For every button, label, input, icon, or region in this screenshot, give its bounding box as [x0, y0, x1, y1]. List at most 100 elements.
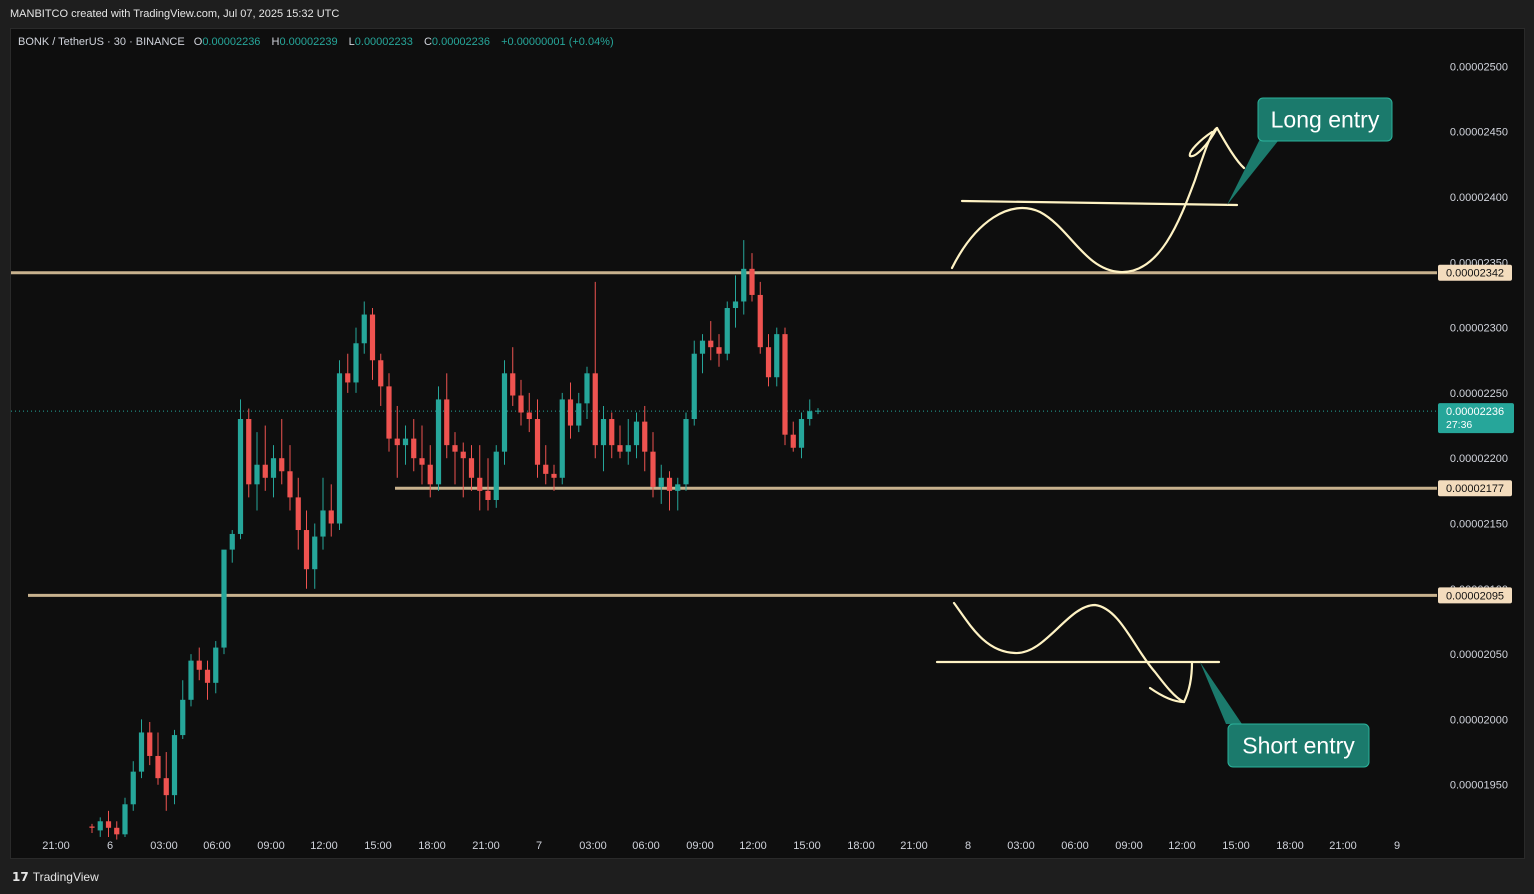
candle-body [386, 386, 392, 439]
candle-body [97, 821, 103, 831]
candle [353, 327, 359, 393]
candle [287, 445, 293, 511]
candle-body [130, 771, 136, 805]
long-entry-callout: Long entry [1227, 97, 1393, 205]
y-tick-label: 0.00002300 [1450, 323, 1508, 335]
x-tick-label: 18:00 [418, 840, 446, 852]
candle-body [567, 399, 574, 426]
candle-body [518, 395, 524, 413]
candle-body [765, 347, 772, 378]
candle [163, 752, 169, 811]
short-entry-callout-pointer [1200, 662, 1242, 724]
candle-body [147, 732, 153, 756]
x-tick-label: 12:00 [1168, 840, 1196, 852]
x-tick-label: 21:00 [900, 840, 928, 852]
candle [782, 327, 788, 446]
current-price-countdown: 27:36 [1446, 419, 1472, 431]
current-price-tag-text: 0.00002236 [1446, 406, 1504, 418]
candle [221, 549, 227, 655]
candle [741, 240, 747, 315]
level-price-tag-text: 0.00002177 [1446, 483, 1504, 495]
short-arrow-head [1148, 660, 1194, 704]
candle [361, 301, 367, 354]
candle-body [237, 419, 244, 534]
level-price-tag: 0.00002342 [1438, 264, 1512, 281]
candle [155, 732, 161, 785]
candle-body [675, 484, 681, 491]
candle [328, 484, 334, 537]
candle-body [642, 421, 648, 452]
candle-body [683, 419, 689, 485]
tradingview-logo[interactable]: 17 TradingView [12, 870, 99, 884]
candle [642, 405, 648, 472]
long-arrow-head [1188, 126, 1219, 158]
x-tick-label: 18:00 [1276, 840, 1304, 852]
candle-body [171, 735, 178, 796]
candle-body [89, 826, 95, 828]
candle-body [122, 804, 128, 835]
x-tick-label: 15:00 [793, 840, 821, 852]
candle [798, 412, 805, 459]
candle-body [559, 399, 565, 478]
candle [774, 327, 780, 387]
change-value: +0.00000001 (+0.04%) [501, 36, 614, 48]
level-price-tag: 0.00002177 [1438, 480, 1512, 497]
candle [254, 432, 260, 511]
candle-body [196, 660, 202, 670]
candle-body [543, 464, 549, 474]
price-chart[interactable]: 0.000025000.000024500.000024000.00002350… [0, 0, 1534, 894]
candle-body [493, 451, 499, 500]
x-tick-label: 15:00 [1222, 840, 1250, 852]
candle-body [229, 533, 235, 550]
close-value: 0.00002236 [431, 36, 491, 48]
candle-body [782, 334, 788, 435]
candle-body [617, 445, 623, 452]
candle-body [650, 451, 656, 487]
candle [501, 360, 508, 465]
level-price-tag-text: 0.00002095 [1446, 590, 1504, 602]
candle-body [287, 471, 293, 498]
candle-body [534, 419, 541, 465]
candle [807, 399, 813, 426]
candle-body [724, 308, 730, 354]
candle-body [114, 827, 120, 835]
x-tick-label: 09:00 [686, 840, 714, 852]
candle [724, 301, 730, 361]
candle-body [732, 301, 739, 309]
candle-body [435, 399, 442, 485]
candle-body [526, 412, 532, 420]
candle [213, 641, 219, 694]
level-price-tag: 0.00002095 [1438, 587, 1512, 604]
tradingview-brand: TradingView [32, 870, 99, 884]
candle [468, 445, 475, 491]
candle [708, 321, 714, 361]
candle-body [699, 340, 706, 354]
candle-body [221, 549, 227, 648]
y-tick-label: 0.00001950 [1450, 780, 1508, 792]
candle-body [246, 419, 252, 485]
candle [493, 445, 499, 508]
candle-body [138, 732, 145, 772]
candle-body [798, 419, 805, 448]
candle-body [204, 669, 211, 683]
candle-body [279, 458, 285, 472]
candle-body [105, 821, 112, 828]
candle [196, 647, 202, 681]
candle-body [741, 268, 747, 302]
candle-body [295, 497, 301, 531]
candle-body [394, 438, 400, 446]
candle-body [485, 490, 491, 500]
candle [378, 353, 384, 406]
candle-body [501, 373, 508, 452]
candle [237, 399, 244, 540]
candle [180, 680, 186, 739]
candle [749, 253, 755, 302]
candle-body [402, 438, 409, 446]
candle [320, 477, 326, 550]
candle [303, 510, 310, 589]
candle [543, 445, 549, 485]
candle [691, 340, 697, 426]
candle-body [353, 343, 359, 383]
candle-body [419, 458, 425, 465]
x-tick-label: 6 [107, 840, 113, 852]
